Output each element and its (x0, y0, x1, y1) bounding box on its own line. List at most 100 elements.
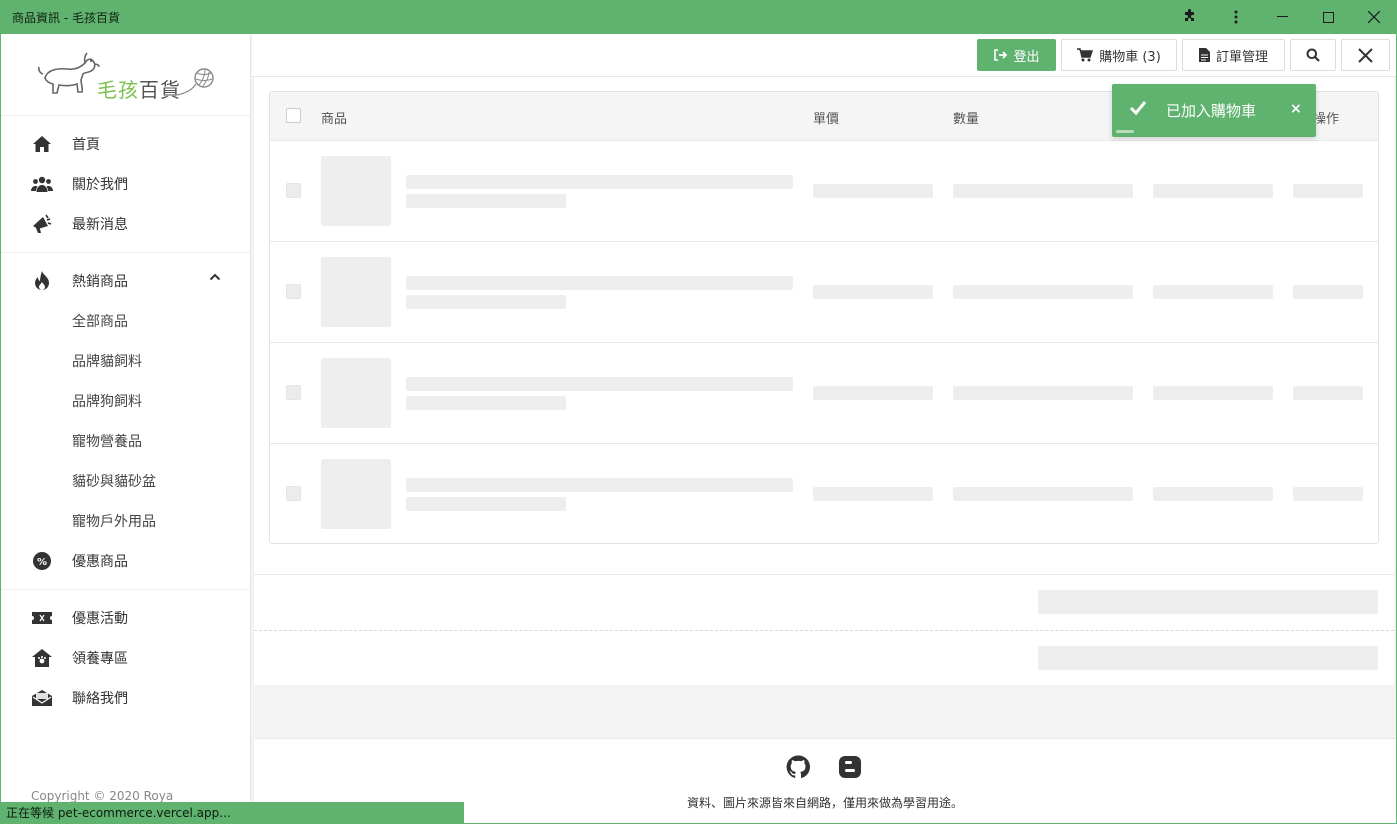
close-window-icon[interactable] (1351, 0, 1397, 34)
name-placeholder (406, 175, 793, 189)
sidebar-subitem-all[interactable]: 全部商品 (1, 301, 250, 341)
more-menu-icon[interactable] (1213, 0, 1259, 34)
cart-table: 商品 單價 數量 操作 (269, 91, 1379, 544)
blogger-icon[interactable] (838, 755, 862, 779)
nav-group-main: 首頁 關於我們 最新消息 (1, 116, 250, 253)
name-placeholder (406, 377, 793, 391)
toast-message: 已加入購物車 (1166, 102, 1257, 120)
table-row-skeleton (270, 443, 1378, 543)
search-icon (1306, 48, 1320, 62)
extensions-icon[interactable] (1167, 0, 1213, 34)
price-placeholder (813, 487, 933, 501)
site-logo[interactable]: 毛孩百貨 (1, 34, 250, 116)
fire-icon (31, 270, 53, 292)
logout-button[interactable]: 登出 (977, 39, 1056, 71)
nav-group-products: 熱銷商品 全部商品 品牌貓飼料 品牌狗飼料 寵物營養品 貓砂與貓砂盆 寵物戶外用… (1, 253, 250, 590)
close-icon (1358, 47, 1373, 63)
column-qty: 數量 (953, 112, 980, 127)
price-placeholder (813, 285, 933, 299)
column-action: 操作 (1313, 112, 1340, 127)
column-price: 單價 (813, 112, 840, 127)
action-placeholder (1293, 487, 1363, 501)
qty-placeholder (953, 285, 1133, 299)
added-to-cart-toast: 已加入購物車 × (1112, 84, 1316, 137)
browser-status-bar: 正在等候 pet-ecommerce.vercel.app... (1, 802, 464, 823)
product-image-placeholder (321, 358, 391, 428)
sidebar-item-about[interactable]: 關於我們 (1, 164, 250, 204)
sidebar-item-home[interactable]: 首頁 (1, 124, 250, 164)
subtotal-placeholder (1153, 285, 1273, 299)
percent-badge-icon: % (31, 550, 53, 572)
cart-icon (1077, 48, 1094, 62)
window-title: 商品資訊 - 毛孩百貨 (12, 10, 120, 25)
search-button[interactable] (1290, 39, 1336, 71)
nav-group-more: 優惠活動 領養專區 聯絡我們 (1, 590, 250, 726)
subtotal-placeholder (1153, 386, 1273, 400)
summary-section (254, 574, 1394, 630)
desc-placeholder (406, 194, 566, 208)
sidebar-item-news[interactable]: 最新消息 (1, 204, 250, 244)
sidebar-item-hot-products[interactable]: 熱銷商品 (1, 261, 250, 301)
sidebar-subitem-nutrition[interactable]: 寵物營養品 (1, 421, 250, 461)
row-checkbox[interactable] (286, 284, 301, 299)
product-image-placeholder (321, 257, 391, 327)
sidebar-subitem-cat-food[interactable]: 品牌貓飼料 (1, 341, 250, 381)
summary-placeholder (1038, 590, 1378, 614)
product-image-placeholder (321, 459, 391, 529)
ticket-icon (31, 607, 53, 629)
action-placeholder (1293, 285, 1363, 299)
copyright-text: Copyright © 2020 Roya (31, 789, 174, 803)
brand-name: 毛孩百貨 (97, 78, 181, 102)
sidebar-item-promotions[interactable]: 優惠活動 (1, 598, 250, 638)
chevron-up-icon[interactable] (209, 273, 221, 281)
subtotal-placeholder (1153, 487, 1273, 501)
top-header: 登出 購物車 (3) 訂單管理 (252, 34, 1396, 77)
sidebar-subitem-dog-food[interactable]: 品牌狗飼料 (1, 381, 250, 421)
cart-content: 商品 單價 數量 操作 (254, 77, 1394, 685)
sidebar-item-adoption[interactable]: 領養專區 (1, 638, 250, 678)
svg-text:%: % (37, 557, 47, 568)
users-icon (31, 173, 53, 195)
total-section (254, 630, 1394, 685)
home-icon (31, 133, 53, 155)
desc-placeholder (406, 497, 566, 511)
table-row-skeleton (270, 342, 1378, 443)
action-placeholder (1293, 386, 1363, 400)
check-icon (1129, 101, 1147, 116)
row-checkbox[interactable] (286, 385, 301, 400)
sidebar-subitem-litter[interactable]: 貓砂與貓砂盆 (1, 461, 250, 501)
sidebar: 毛孩百貨 首頁 關於我們 最新消息 熱銷商品 全部商品 品牌貓飼料 品牌狗飼料 … (1, 34, 251, 823)
action-placeholder (1293, 184, 1363, 198)
github-icon[interactable] (786, 755, 810, 779)
product-image-placeholder (321, 156, 391, 226)
maximize-icon[interactable] (1305, 0, 1351, 34)
bullhorn-icon (31, 213, 53, 235)
row-checkbox[interactable] (286, 183, 301, 198)
desc-placeholder (406, 295, 566, 309)
close-button[interactable] (1341, 39, 1390, 71)
cart-button[interactable]: 購物車 (3) (1061, 39, 1177, 71)
toast-close-button[interactable]: × (1290, 101, 1302, 117)
sign-out-icon (994, 49, 1008, 61)
paw-house-icon (31, 647, 53, 669)
subtotal-placeholder (1153, 184, 1273, 198)
column-product: 商品 (321, 112, 348, 127)
sidebar-subitem-outdoor[interactable]: 寵物戶外用品 (1, 501, 250, 541)
select-all-checkbox[interactable] (286, 108, 301, 123)
name-placeholder (406, 276, 793, 290)
sidebar-item-contact[interactable]: 聯絡我們 (1, 678, 250, 718)
dog-logo-icon (37, 52, 100, 94)
toast-progress-bar (1116, 130, 1134, 133)
row-checkbox[interactable] (286, 486, 301, 501)
qty-placeholder (953, 184, 1133, 198)
name-placeholder (406, 478, 793, 492)
sidebar-item-discount-products[interactable]: % 優惠商品 (1, 541, 250, 581)
table-row-skeleton (270, 140, 1378, 241)
window-titlebar: 商品資訊 - 毛孩百貨 (0, 0, 1397, 34)
price-placeholder (813, 184, 933, 198)
orders-button[interactable]: 訂單管理 (1182, 39, 1285, 71)
yarn-ball-icon (177, 68, 214, 96)
minimize-icon[interactable] (1259, 0, 1305, 34)
price-placeholder (813, 386, 933, 400)
total-placeholder (1038, 646, 1378, 670)
